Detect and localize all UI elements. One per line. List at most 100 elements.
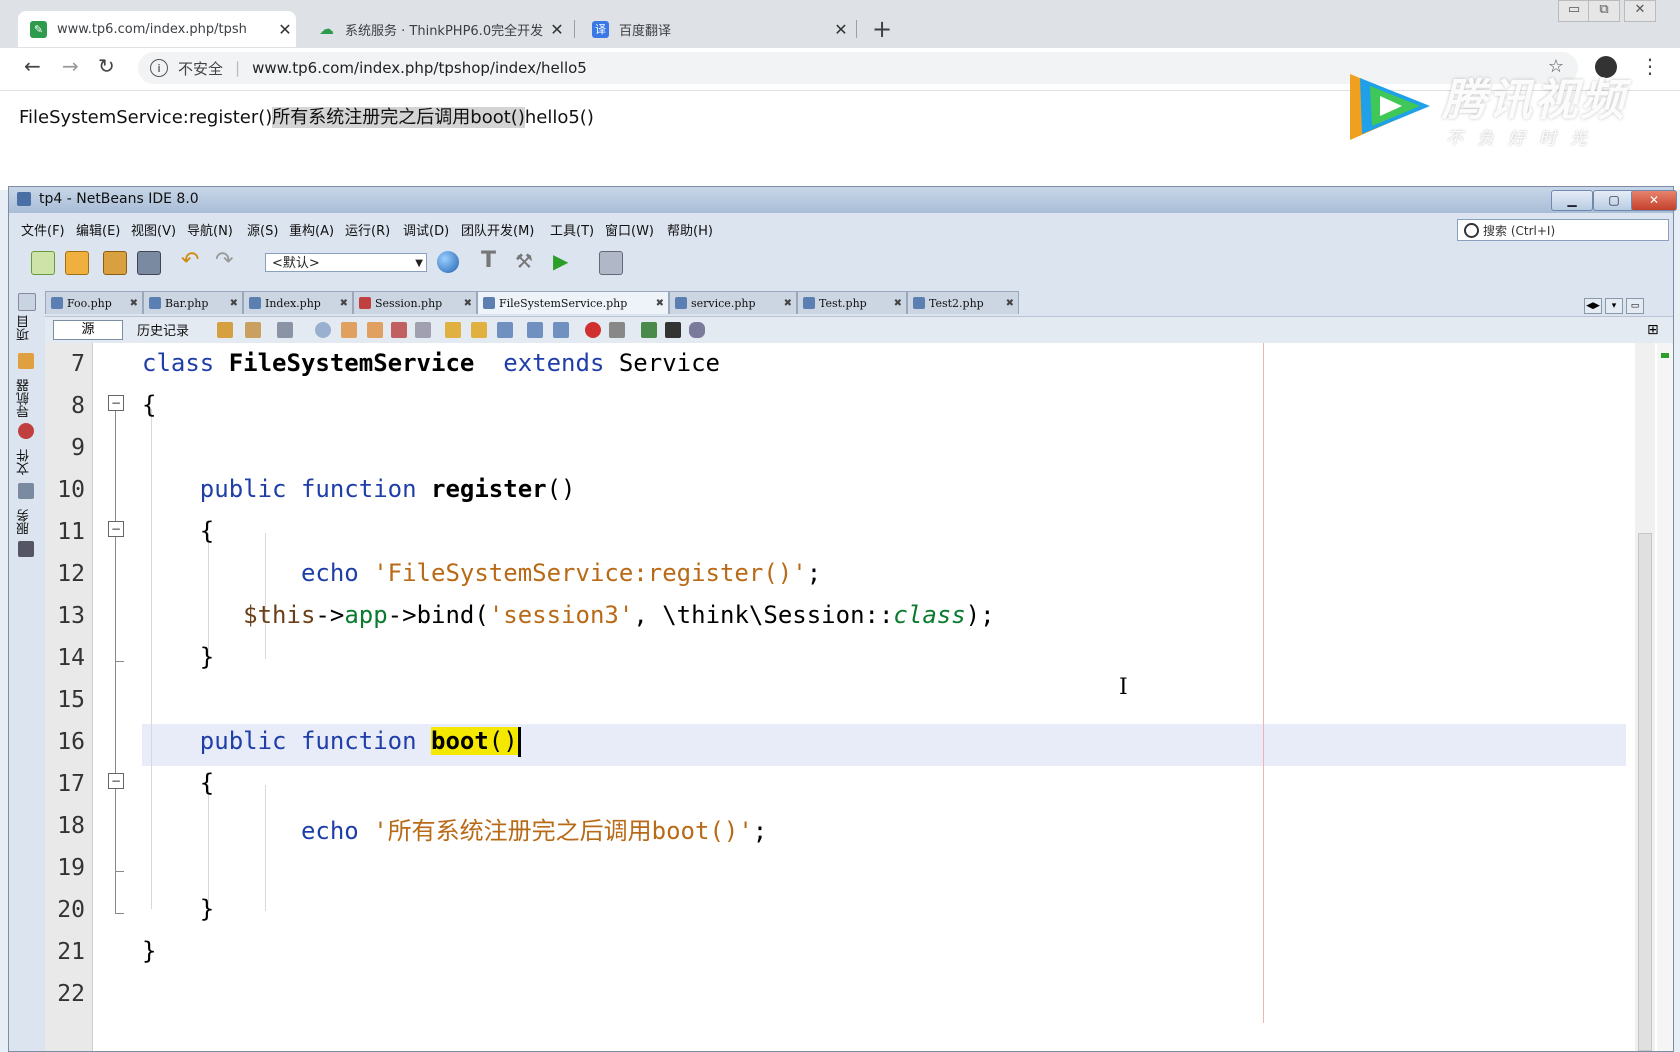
back-icon[interactable] bbox=[245, 322, 261, 338]
last-edit-icon[interactable] bbox=[217, 322, 233, 338]
history-button[interactable]: 历史记录 bbox=[137, 320, 189, 339]
ide-minimize-button[interactable]: ▁ bbox=[1551, 190, 1593, 211]
toggle-bookmark-icon[interactable] bbox=[497, 322, 513, 338]
ide-maximize-button[interactable]: ▢ bbox=[1593, 190, 1635, 211]
navigator-panel-tab[interactable]: 导航器 bbox=[15, 379, 34, 418]
previous-bookmark-icon[interactable] bbox=[445, 322, 461, 338]
close-tab-icon[interactable]: ✖ bbox=[784, 298, 792, 309]
shift-right-icon[interactable] bbox=[553, 322, 569, 338]
fold-toggle-boot[interactable]: − bbox=[108, 773, 124, 789]
undo-icon[interactable]: ↶ bbox=[181, 250, 203, 273]
toggle-highlight-icon[interactable] bbox=[391, 322, 407, 338]
menu-run[interactable]: 运行(R) bbox=[345, 220, 390, 239]
close-tab-icon[interactable]: ✕ bbox=[830, 20, 852, 39]
debug-icon[interactable] bbox=[599, 251, 623, 275]
close-tab-icon[interactable]: ✕ bbox=[546, 20, 568, 39]
services-panel-tab[interactable]: 服务 bbox=[15, 509, 34, 535]
menu-window[interactable]: 窗口(W) bbox=[605, 220, 654, 239]
source-button[interactable]: 源 bbox=[53, 320, 123, 340]
editor-vertical-scrollbar[interactable] bbox=[1635, 343, 1655, 1051]
close-tab-icon[interactable]: ✕ bbox=[274, 20, 296, 39]
reload-icon[interactable]: ↻ bbox=[98, 54, 115, 78]
restore-editor-icon[interactable]: ▭ bbox=[1626, 298, 1644, 314]
string-literal: 'session3' bbox=[488, 601, 634, 629]
split-editor-icon[interactable]: ⊞ bbox=[1647, 322, 1663, 338]
code-editor[interactable]: 7 8 9 10 11 12 13 14 15 16 17 18 19 20 2… bbox=[45, 343, 1673, 1051]
browser-tab-kancloud[interactable]: ☁ 系统服务 · ThinkPHP6.0完全开发 ✕ bbox=[306, 11, 568, 47]
fold-toggle-register[interactable]: − bbox=[108, 521, 124, 537]
panel-toggle-icon[interactable] bbox=[18, 293, 36, 311]
record-macro-icon[interactable] bbox=[585, 322, 601, 338]
file-tab-bar[interactable]: Bar.php ✖ bbox=[143, 291, 243, 314]
save-all-icon[interactable] bbox=[137, 251, 161, 275]
back-arrow-icon[interactable]: ← bbox=[24, 54, 41, 78]
find-previous-icon[interactable] bbox=[341, 322, 357, 338]
menu-source[interactable]: 源(S) bbox=[247, 220, 278, 239]
find-next-icon[interactable] bbox=[367, 322, 383, 338]
line-number: 8 bbox=[71, 393, 85, 419]
ide-close-button[interactable]: ✕ bbox=[1631, 190, 1677, 211]
menu-debug[interactable]: 调试(D) bbox=[403, 220, 449, 239]
forward-arrow-icon[interactable]: → bbox=[62, 54, 79, 78]
find-icon[interactable] bbox=[315, 322, 331, 338]
close-tab-icon[interactable]: ✖ bbox=[656, 298, 664, 309]
file-tab-filesystemservice[interactable]: FileSystemService.php ✖ bbox=[477, 291, 669, 314]
files-panel-tab[interactable]: 文件 bbox=[15, 449, 34, 475]
file-tab-index[interactable]: Index.php ✖ bbox=[243, 291, 353, 314]
new-file-icon[interactable] bbox=[31, 251, 55, 275]
restore-button[interactable]: ⧉ bbox=[1588, 0, 1620, 22]
open-project-icon[interactable] bbox=[103, 251, 127, 275]
close-tab-icon[interactable]: ✖ bbox=[340, 298, 348, 309]
stop-macro-icon[interactable] bbox=[609, 322, 625, 338]
security-label[interactable]: 不安全 bbox=[178, 58, 223, 79]
build-hammer-icon[interactable]: T bbox=[481, 250, 503, 273]
new-project-icon[interactable] bbox=[65, 251, 89, 275]
info-icon[interactable]: i bbox=[150, 59, 168, 77]
file-tab-test2[interactable]: Test2.php ✖ bbox=[907, 291, 1019, 314]
browser-globe-icon[interactable] bbox=[437, 251, 459, 273]
more-menu-icon[interactable]: ⋮ bbox=[1640, 54, 1660, 78]
comment-icon[interactable] bbox=[641, 322, 657, 338]
close-window-button[interactable]: ✕ bbox=[1624, 0, 1656, 22]
file-tab-session[interactable]: Session.php ✖ bbox=[353, 291, 477, 314]
shift-left-icon[interactable] bbox=[527, 322, 543, 338]
close-tab-icon[interactable]: ✖ bbox=[464, 298, 472, 309]
database-icon[interactable] bbox=[689, 322, 705, 338]
new-tab-button[interactable]: + bbox=[872, 15, 892, 43]
menu-view[interactable]: 视图(V) bbox=[131, 220, 176, 239]
close-tab-icon[interactable]: ✖ bbox=[230, 298, 238, 309]
close-tab-icon[interactable]: ✖ bbox=[130, 298, 138, 309]
menu-help[interactable]: 帮助(H) bbox=[667, 220, 713, 239]
code-line-17: { bbox=[142, 769, 214, 797]
menu-tools[interactable]: 工具(T) bbox=[550, 220, 594, 239]
url-text[interactable]: www.tp6.com/index.php/tpshop/index/hello… bbox=[252, 59, 587, 77]
forward-icon[interactable] bbox=[277, 322, 293, 338]
ide-search-input[interactable]: 搜索 (Ctrl+I) bbox=[1457, 219, 1669, 241]
menu-edit[interactable]: 编辑(E) bbox=[76, 220, 120, 239]
minimize-button[interactable]: ▭ bbox=[1558, 0, 1590, 22]
browser-tab-baidu-translate[interactable]: 译 百度翻译 ✕ bbox=[580, 11, 852, 47]
menu-refactor[interactable]: 重构(A) bbox=[289, 220, 334, 239]
fold-toggle-class[interactable]: − bbox=[108, 395, 124, 411]
toggle-rect-select-icon[interactable] bbox=[415, 322, 431, 338]
run-icon[interactable]: ▶ bbox=[553, 251, 575, 273]
file-tab-service[interactable]: service.php ✖ bbox=[669, 291, 797, 314]
config-select[interactable]: <默认> ▼ bbox=[265, 253, 427, 272]
redo-icon[interactable]: ↷ bbox=[215, 250, 237, 273]
close-tab-icon[interactable]: ✖ bbox=[1006, 298, 1014, 309]
menu-team[interactable]: 团队开发(M) bbox=[461, 220, 534, 239]
next-bookmark-icon[interactable] bbox=[471, 322, 487, 338]
scroll-tabs-left-icon[interactable]: ◀▶ bbox=[1584, 298, 1602, 314]
scrollbar-thumb[interactable] bbox=[1638, 533, 1652, 1051]
keyword: echo bbox=[300, 559, 359, 587]
tab-list-icon[interactable]: ▾ bbox=[1605, 298, 1623, 314]
clean-build-icon[interactable]: ⚒ bbox=[515, 251, 537, 273]
menu-navigate[interactable]: 导航(N) bbox=[187, 220, 233, 239]
projects-panel-tab[interactable]: 项目 bbox=[15, 315, 34, 341]
uncomment-icon[interactable] bbox=[665, 322, 681, 338]
close-tab-icon[interactable]: ✖ bbox=[894, 298, 902, 309]
file-tab-test[interactable]: Test.php ✖ bbox=[797, 291, 907, 314]
menu-file[interactable]: 文件(F) bbox=[21, 220, 65, 239]
file-tab-foo[interactable]: Foo.php ✖ bbox=[45, 291, 143, 314]
browser-tab-tp6[interactable]: ✎ www.tp6.com/index.php/tpsh ✕ bbox=[18, 11, 296, 47]
